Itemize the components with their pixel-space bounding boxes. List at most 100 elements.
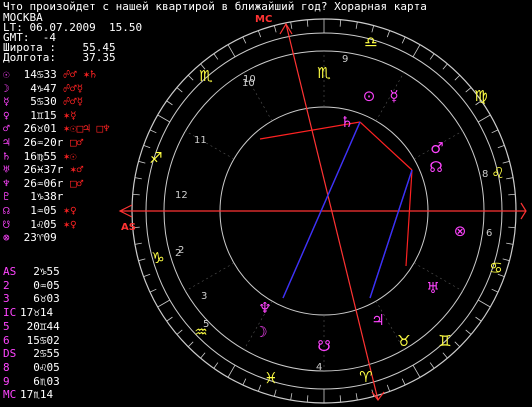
degree-tick bbox=[149, 129, 157, 134]
zodiac-sign-icon: ♏ bbox=[317, 64, 331, 82]
zodiac-sign-icon: ♏ bbox=[199, 67, 213, 85]
degree-tick bbox=[386, 30, 391, 38]
degree-tick bbox=[200, 352, 206, 359]
planet-icon: ♃ bbox=[371, 311, 384, 329]
degree-tick bbox=[454, 74, 461, 81]
degree-tick bbox=[166, 316, 173, 322]
degree-tick bbox=[442, 63, 448, 70]
zodiac-sign-icon: ♊ bbox=[438, 332, 451, 350]
house-number: 6 bbox=[486, 228, 492, 239]
degree-tick bbox=[273, 25, 277, 33]
zodiac-sign-icon: ♌ bbox=[491, 164, 504, 182]
degree-tick bbox=[355, 393, 358, 401]
degree-tick bbox=[227, 364, 236, 378]
zodiac-sign-icon: ♍ bbox=[474, 87, 487, 105]
degree-tick bbox=[401, 36, 406, 44]
aspect-trine-line bbox=[282, 121, 361, 299]
degree-tick bbox=[371, 25, 375, 33]
house-number: 4 bbox=[316, 362, 322, 373]
planet-icon: ☽ bbox=[254, 323, 267, 341]
degree-tick bbox=[132, 193, 140, 196]
degree-tick bbox=[138, 160, 146, 164]
degree-tick bbox=[176, 87, 183, 93]
degree-tick bbox=[306, 395, 309, 403]
degree-tick bbox=[138, 258, 146, 262]
degree-tick bbox=[502, 258, 510, 262]
degree-tick bbox=[213, 362, 219, 369]
house-cusp-line bbox=[185, 130, 235, 160]
degree-tick bbox=[477, 299, 491, 308]
planet-icon: ⊗ bbox=[454, 222, 467, 240]
degree-tick bbox=[502, 160, 510, 164]
degree-tick bbox=[454, 341, 461, 348]
house-number: 12 bbox=[175, 190, 188, 201]
degree-tick bbox=[143, 144, 151, 149]
degree-tick bbox=[508, 226, 516, 229]
mc-ic-axis bbox=[285, 23, 379, 401]
degree-tick bbox=[290, 21, 293, 29]
house-number: 10 bbox=[243, 74, 256, 85]
house-number: 3 bbox=[201, 291, 207, 302]
degree-tick bbox=[157, 299, 171, 308]
midheaven-label: MC bbox=[255, 14, 272, 25]
horary-chart-wheel: ASMC1225468910112310♑♒♓ ♈♉ ♊♋♌♍♎♏♐♏⊙ ☿♄♂☊⊗♅… bbox=[118, 14, 527, 404]
degree-tick bbox=[497, 144, 505, 149]
degree-tick bbox=[412, 364, 421, 378]
degree-tick bbox=[506, 177, 514, 180]
planet-icon: ⊙ bbox=[363, 87, 376, 105]
degree-tick bbox=[339, 19, 342, 27]
planet-icon: ☊ bbox=[429, 158, 442, 176]
degree-tick bbox=[506, 242, 514, 245]
degree-tick bbox=[465, 87, 472, 93]
zodiac-sign-icon: ♓ bbox=[264, 369, 277, 387]
house-number: 2 bbox=[175, 248, 181, 259]
house-number: 8 bbox=[482, 169, 488, 180]
aspect-trine-line bbox=[369, 169, 413, 299]
degree-tick bbox=[475, 316, 482, 322]
degree-tick bbox=[290, 393, 293, 401]
planet-icon: ☿ bbox=[389, 87, 398, 105]
house-number: 11 bbox=[194, 135, 207, 146]
zodiac-sign-icon: ♎ bbox=[364, 33, 377, 51]
house-cusp-line bbox=[185, 262, 235, 292]
planet-icon: ♅ bbox=[426, 279, 439, 297]
zodiac-sign-icon: ♐ bbox=[149, 149, 162, 167]
degree-tick bbox=[242, 36, 247, 44]
degree-tick bbox=[257, 30, 262, 38]
planet-icon: ♂ bbox=[430, 139, 443, 157]
degree-tick bbox=[355, 21, 358, 29]
degree-tick bbox=[257, 384, 262, 392]
degree-tick bbox=[508, 193, 516, 196]
degree-tick bbox=[306, 19, 309, 27]
degree-tick bbox=[401, 378, 406, 386]
degree-tick bbox=[227, 44, 236, 58]
zodiac-sign-icon: ♑ bbox=[151, 249, 164, 267]
aspect-square-line bbox=[359, 121, 413, 171]
degree-tick bbox=[157, 114, 171, 123]
degree-tick bbox=[187, 341, 194, 348]
house-number: 9 bbox=[342, 54, 348, 65]
degree-tick bbox=[491, 129, 499, 134]
degree-tick bbox=[134, 242, 142, 245]
degree-tick bbox=[213, 53, 219, 60]
degree-tick bbox=[491, 288, 499, 293]
degree-tick bbox=[187, 74, 194, 81]
degree-tick bbox=[143, 273, 151, 278]
zodiac-sign-icon: ♉ bbox=[397, 332, 410, 350]
degree-tick bbox=[273, 389, 277, 397]
degree-tick bbox=[242, 378, 247, 386]
degree-tick bbox=[477, 114, 491, 123]
degree-tick bbox=[134, 177, 142, 180]
degree-tick bbox=[166, 100, 173, 106]
degree-tick bbox=[429, 362, 435, 369]
planet-icon: ♄ bbox=[340, 113, 353, 131]
degree-tick bbox=[176, 329, 183, 335]
degree-tick bbox=[442, 352, 448, 359]
degree-tick bbox=[412, 44, 421, 58]
zodiac-sign-icon: ♋ bbox=[489, 259, 502, 277]
degree-tick bbox=[149, 288, 157, 293]
degree-tick bbox=[429, 53, 435, 60]
zodiac-sign-icon: ♈ bbox=[359, 368, 372, 386]
planet-icon: ♆ bbox=[258, 299, 271, 317]
planet-icon: ☋ bbox=[317, 337, 330, 355]
